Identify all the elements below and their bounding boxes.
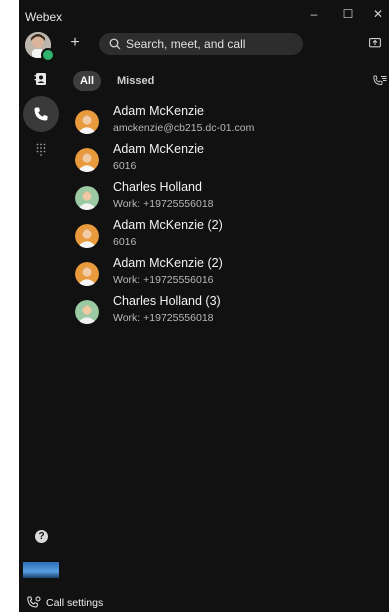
contact-avatar	[75, 148, 99, 172]
webex-window: Webex – ☐ ✕ + Search, meet, and call All…	[19, 0, 389, 612]
minimize-button[interactable]: –	[303, 4, 325, 24]
tab-all[interactable]: All	[73, 71, 101, 91]
contact-avatar	[75, 110, 99, 134]
contacts-icon[interactable]	[34, 72, 48, 86]
tab-missed[interactable]: Missed	[117, 71, 154, 91]
contact-name: Charles Holland (3)	[113, 294, 221, 308]
add-button[interactable]: +	[67, 35, 83, 51]
contact-detail: amckenzie@cb215.dc-01.com	[113, 122, 255, 134]
search-placeholder: Search, meet, and call	[126, 37, 246, 51]
call-settings-label: Call settings	[46, 597, 104, 609]
contact-detail: 6016	[113, 236, 137, 248]
screen-share-icon[interactable]	[369, 38, 381, 48]
contact-name: Adam McKenzie	[113, 104, 205, 118]
contact-detail: Work: +19725556018	[113, 198, 214, 210]
call-history-row[interactable]: Charles Holland Work: +19725556018	[19, 180, 389, 218]
presence-indicator	[41, 48, 55, 62]
contact-name: Adam McKenzie (2)	[113, 256, 223, 270]
call-history-row[interactable]: Charles Holland (3) Work: +19725556018	[19, 294, 389, 332]
meeting-thumbnail[interactable]	[23, 562, 59, 578]
contact-avatar	[75, 300, 99, 324]
contact-avatar	[75, 224, 99, 248]
call-history-row[interactable]: Adam McKenzie amckenzie@cb215.dc-01.com	[19, 104, 389, 142]
contact-avatar	[75, 186, 99, 210]
maximize-button[interactable]: ☐	[337, 4, 359, 24]
help-button[interactable]: ?	[35, 530, 48, 543]
contact-detail: Work: +19725556016	[113, 274, 214, 286]
contact-name: Adam McKenzie (2)	[113, 218, 223, 232]
call-history-row[interactable]: Adam McKenzie 6016	[19, 142, 389, 180]
search-bar[interactable]: Search, meet, and call	[99, 33, 303, 55]
contact-detail: 6016	[113, 160, 137, 172]
search-icon	[109, 38, 121, 50]
app-title: Webex	[25, 10, 63, 24]
contact-detail: Work: +19725556018	[113, 312, 214, 324]
call-settings-icon	[27, 596, 41, 608]
contact-avatar	[75, 262, 99, 286]
call-filter-icon[interactable]	[373, 75, 387, 87]
contact-name: Charles Holland	[113, 180, 202, 194]
call-history-row[interactable]: Adam McKenzie (2) 6016	[19, 218, 389, 256]
contact-name: Adam McKenzie	[113, 142, 205, 156]
title-bar: Webex – ☐ ✕	[19, 0, 389, 28]
close-button[interactable]: ✕	[367, 4, 389, 24]
call-history-row[interactable]: Adam McKenzie (2) Work: +19725556016	[19, 256, 389, 294]
